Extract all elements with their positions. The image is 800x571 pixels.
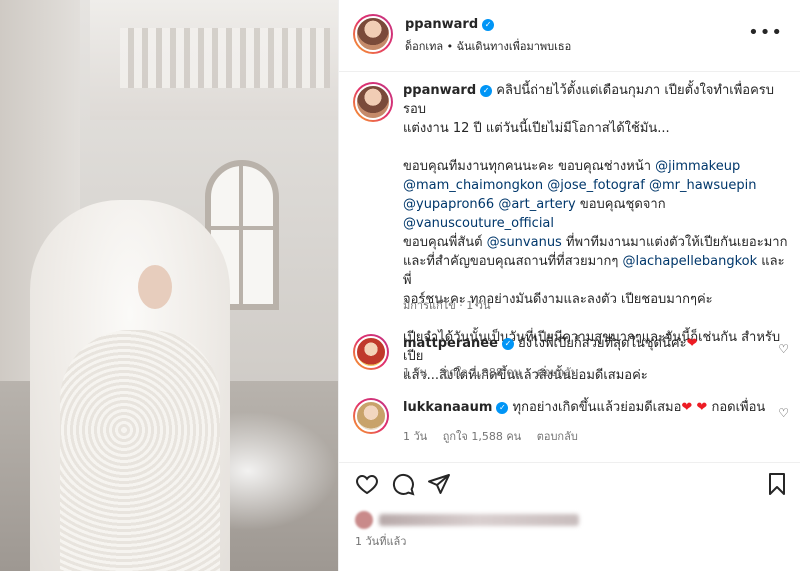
comment-item: lukkanaaum ✓ ทุกอย่างเกิดขึ้นแล้วย่อมดีเส…	[339, 392, 800, 448]
verified-badge-icon: ✓	[501, 338, 514, 350]
comment-username[interactable]: lukkanaaum	[403, 400, 492, 415]
author-avatar[interactable]	[353, 14, 393, 54]
comment-time: 1 วัน	[403, 366, 428, 379]
liker-avatar	[355, 511, 373, 529]
mention-link[interactable]: @jimmakeup	[655, 159, 740, 174]
comment-body-after: กอดเพื่อน	[711, 400, 766, 415]
comment-body: ยังไงพี่เปียก็สวยที่สุดในชุดนี้ค่ะ	[518, 336, 687, 351]
post-time-ago: 1 วันที่แล้ว	[355, 535, 407, 548]
comment-reply-button[interactable]: ตอบกลับ	[537, 366, 578, 379]
comment-body: ทุกอย่างเกิดขึ้นแล้วย่อมดีเสมอ	[512, 400, 682, 415]
caption-thanks-sis: ขอบคุณพี่สันต์	[403, 235, 487, 250]
action-bar	[339, 462, 800, 506]
red-heart-emoji: ❤ ❤	[681, 400, 708, 415]
heart-icon[interactable]	[355, 472, 381, 498]
comment-meta: 1 วัน ถูกใจ 1,588 คน ตอบกลับ	[403, 427, 590, 445]
comment-meta: 1 วัน ถูกใจ 1,088 คน ตอบกลับ	[403, 363, 590, 381]
likes-text-blurred	[379, 514, 579, 526]
post-photo[interactable]	[0, 0, 338, 571]
mention-link[interactable]: @mr_hawsuepin	[649, 178, 756, 193]
caption-thanks-dress: ขอบคุณชุดจาก	[575, 197, 666, 212]
comment-username[interactable]: mattperanee	[403, 336, 498, 351]
audio-subtitle[interactable]: ด็อกเทล • ฉันเดินทางเพื่อมาพบเธอ	[405, 37, 571, 55]
comment-time: 1 วัน	[403, 430, 428, 443]
comment-like-heart-icon[interactable]: ♡	[778, 342, 789, 356]
comment-icon[interactable]	[391, 472, 417, 498]
comment-like-heart-icon[interactable]: ♡	[778, 406, 789, 420]
caption-meta: มีการแก้ไข · 1 วัน	[403, 299, 491, 312]
verified-badge-icon: ✓	[482, 19, 495, 31]
caption-thanks-intro: ขอบคุณทีมงานทุกคนนะคะ ขอบคุณช่างหน้า	[403, 159, 656, 174]
caption-thanks: ขอบคุณทีมงานทุกคนนะคะ ขอบคุณช่างหน้า @ji…	[403, 157, 793, 309]
mention-link[interactable]: @lachapellebangkok	[622, 254, 757, 269]
post-header: ppanward ✓ ด็อกเทล • ฉันเดินทางเพื่อมาพบเ…	[339, 0, 800, 72]
photo-balustrade	[120, 28, 330, 88]
bookmark-icon[interactable]	[765, 472, 791, 498]
post-side-panel: ppanward ✓ ด็อกเทล • ฉันเดินทางเพื่อมาพบเ…	[338, 0, 800, 571]
photo-bride-dress	[60, 330, 220, 571]
caption-thanks-team: ที่พาทีมงานมาแต่งตัวให้เปียกันเยอะมาก	[561, 235, 788, 250]
post-caption: ppanward ✓ คลิปนี้ถ่ายไว้ตั้งแต่เดือนกุมภ…	[339, 72, 800, 383]
comment-likes[interactable]: ถูกใจ 1,588 คน	[443, 430, 522, 443]
comment-text: lukkanaaum ✓ ทุกอย่างเกิดขึ้นแล้วย่อมดีเส…	[403, 399, 765, 417]
verified-badge-icon: ✓	[480, 85, 493, 97]
mention-link[interactable]: @sunvanus	[487, 235, 562, 250]
mention-link[interactable]: @vanuscouture_official	[403, 216, 554, 231]
mention-link[interactable]: @jose_fotograf	[547, 178, 645, 193]
caption-username[interactable]: ppanward	[403, 83, 476, 98]
comment-avatar[interactable]	[353, 334, 389, 370]
caption-thanks-place: และที่สำคัญขอบคุณสถานที่ที่สวยมากๆ	[403, 254, 623, 269]
red-heart-emoji: ❤	[686, 336, 698, 351]
comment-item: mattperanee ✓ ยังไงพี่เปียก็สวยที่สุดในชุ…	[339, 328, 800, 384]
mention-link[interactable]: @mam_chaimongkon	[403, 178, 543, 193]
likes-summary[interactable]	[355, 510, 579, 530]
comment-reply-button[interactable]: ตอบกลับ	[537, 430, 578, 443]
share-icon[interactable]	[427, 472, 453, 498]
comment-likes[interactable]: ถูกใจ 1,088 คน	[443, 366, 522, 379]
mention-link[interactable]: @art_artery	[498, 197, 575, 212]
comment-avatar[interactable]	[353, 398, 389, 434]
verified-badge-icon: ✓	[496, 402, 509, 414]
more-options-icon[interactable]: •••	[748, 22, 783, 43]
photo-bride-face	[138, 265, 172, 309]
caption-author-avatar[interactable]	[353, 82, 393, 122]
mention-link[interactable]: @yupapron66	[403, 197, 494, 212]
comment-text: mattperanee ✓ ยังไงพี่เปียก็สวยที่สุดในชุ…	[403, 335, 697, 353]
author-username[interactable]: ppanward ✓	[405, 17, 495, 32]
